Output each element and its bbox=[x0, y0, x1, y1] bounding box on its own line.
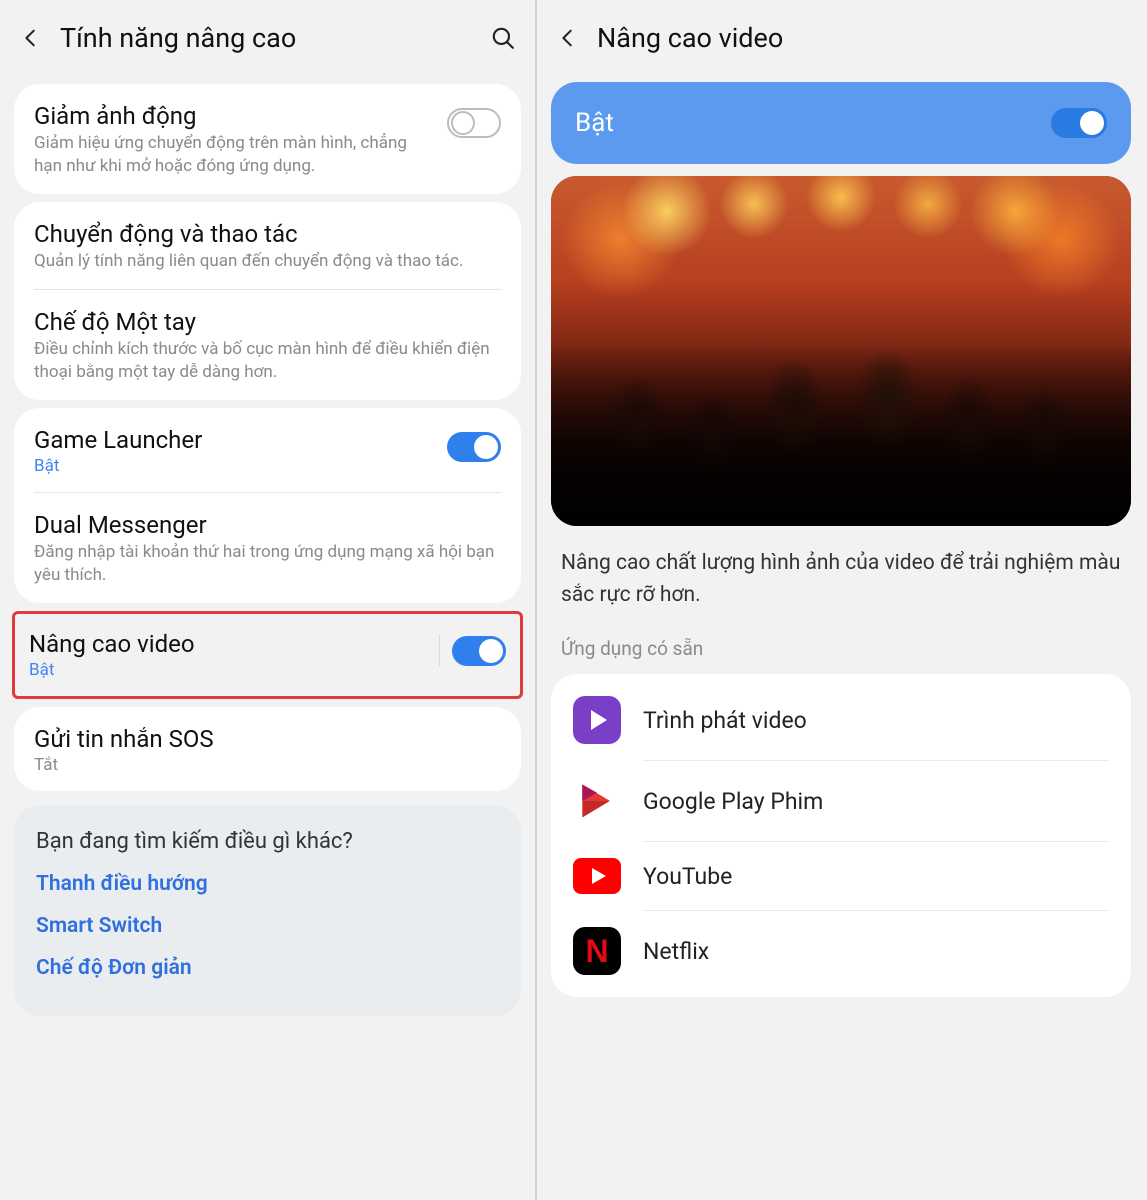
row-title: Giảm ảnh động bbox=[34, 102, 435, 130]
google-play-movies-icon bbox=[573, 777, 621, 825]
master-toggle[interactable] bbox=[1051, 108, 1107, 138]
page-title: Tính năng nâng cao bbox=[60, 22, 473, 54]
hint-link-simple-mode[interactable]: Chế độ Đơn giản bbox=[36, 956, 499, 980]
row-title: Chế độ Một tay bbox=[34, 308, 501, 336]
row-status: Bật bbox=[34, 456, 435, 476]
row-title: Game Launcher bbox=[34, 426, 435, 454]
app-name: Trình phát video bbox=[643, 707, 807, 734]
video-enhancer-toggle[interactable] bbox=[452, 636, 506, 666]
row-status: Bật bbox=[29, 660, 427, 680]
game-launcher-toggle[interactable] bbox=[447, 432, 501, 462]
toggle-separator bbox=[439, 634, 440, 666]
row-title: Gửi tin nhắn SOS bbox=[34, 725, 501, 753]
app-name: Netflix bbox=[643, 938, 709, 965]
page-title: Nâng cao video bbox=[597, 22, 1127, 54]
app-row-google-play[interactable]: Google Play Phim bbox=[551, 761, 1131, 841]
row-status: Tắt bbox=[34, 755, 501, 775]
motion-reduce-toggle[interactable] bbox=[447, 108, 501, 138]
row-desc: Điều chỉnh kích thước và bố cục màn hình… bbox=[34, 338, 501, 384]
master-toggle-label: Bật bbox=[575, 108, 1051, 138]
row-title: Nâng cao video bbox=[29, 630, 427, 658]
app-name: YouTube bbox=[643, 863, 732, 890]
row-title: Chuyển động và thao tác bbox=[34, 220, 501, 248]
row-sos[interactable]: Gửi tin nhắn SOS Tắt bbox=[14, 707, 521, 791]
app-row-youtube[interactable]: YouTube bbox=[551, 842, 1131, 910]
row-motion-reduce[interactable]: Giảm ảnh động Giảm hiệu ứng chuyển động … bbox=[14, 84, 521, 194]
back-button[interactable] bbox=[555, 25, 581, 51]
app-row-netflix[interactable]: N Netflix bbox=[551, 911, 1131, 991]
card-motion-onehand: Chuyển động và thao tác Quản lý tính năn… bbox=[14, 202, 521, 400]
hint-card: Bạn đang tìm kiếm điều gì khác? Thanh đi… bbox=[14, 805, 521, 1016]
row-desc: Quản lý tính năng liên quan đến chuyển đ… bbox=[34, 250, 501, 273]
app-row-video-player[interactable]: Trình phát video bbox=[551, 680, 1131, 760]
hint-title: Bạn đang tìm kiếm điều gì khác? bbox=[36, 829, 499, 854]
search-icon[interactable] bbox=[489, 24, 517, 52]
video-enhancer-highlight: Nâng cao video Bật bbox=[12, 611, 523, 699]
card-game-dual: Game Launcher Bật Dual Messenger Đăng nh… bbox=[14, 408, 521, 603]
row-dual-messenger[interactable]: Dual Messenger Đăng nhập tài khoản thứ h… bbox=[14, 493, 521, 603]
app-name: Google Play Phim bbox=[643, 788, 823, 815]
video-player-icon bbox=[573, 696, 621, 744]
preview-image bbox=[551, 176, 1131, 526]
master-toggle-card[interactable]: Bật bbox=[551, 82, 1131, 164]
app-list: Trình phát video Google Play Phim YouTub… bbox=[551, 674, 1131, 997]
feature-description: Nâng cao chất lượng hình ảnh của video đ… bbox=[537, 538, 1145, 623]
hint-link-navbar[interactable]: Thanh điều hướng bbox=[36, 872, 499, 896]
row-onehand[interactable]: Chế độ Một tay Điều chỉnh kích thước và … bbox=[14, 290, 521, 400]
header: Tính năng nâng cao bbox=[0, 0, 535, 76]
apps-section-label: Ứng dụng có sẵn bbox=[537, 623, 1145, 668]
row-desc: Đăng nhập tài khoản thứ hai trong ứng dụ… bbox=[34, 541, 501, 587]
card-motion-reduce: Giảm ảnh động Giảm hiệu ứng chuyển động … bbox=[14, 84, 521, 194]
netflix-icon: N bbox=[573, 927, 621, 975]
row-motion-gesture[interactable]: Chuyển động và thao tác Quản lý tính năn… bbox=[14, 202, 521, 289]
advanced-features-screen: Tính năng nâng cao Giảm ảnh động Giảm hi… bbox=[0, 0, 537, 1200]
row-title: Dual Messenger bbox=[34, 511, 501, 539]
video-enhancer-screen: Nâng cao video Bật Nâng cao chất lượng h… bbox=[537, 0, 1145, 1200]
card-sos: Gửi tin nhắn SOS Tắt bbox=[14, 707, 521, 791]
row-game-launcher[interactable]: Game Launcher Bật bbox=[14, 408, 521, 492]
hint-link-smart-switch[interactable]: Smart Switch bbox=[36, 914, 499, 938]
back-button[interactable] bbox=[18, 25, 44, 51]
header: Nâng cao video bbox=[537, 0, 1145, 76]
youtube-icon bbox=[573, 858, 621, 894]
row-desc: Giảm hiệu ứng chuyển động trên màn hình,… bbox=[34, 132, 435, 178]
row-video-enhancer[interactable]: Nâng cao video Bật bbox=[15, 614, 520, 696]
